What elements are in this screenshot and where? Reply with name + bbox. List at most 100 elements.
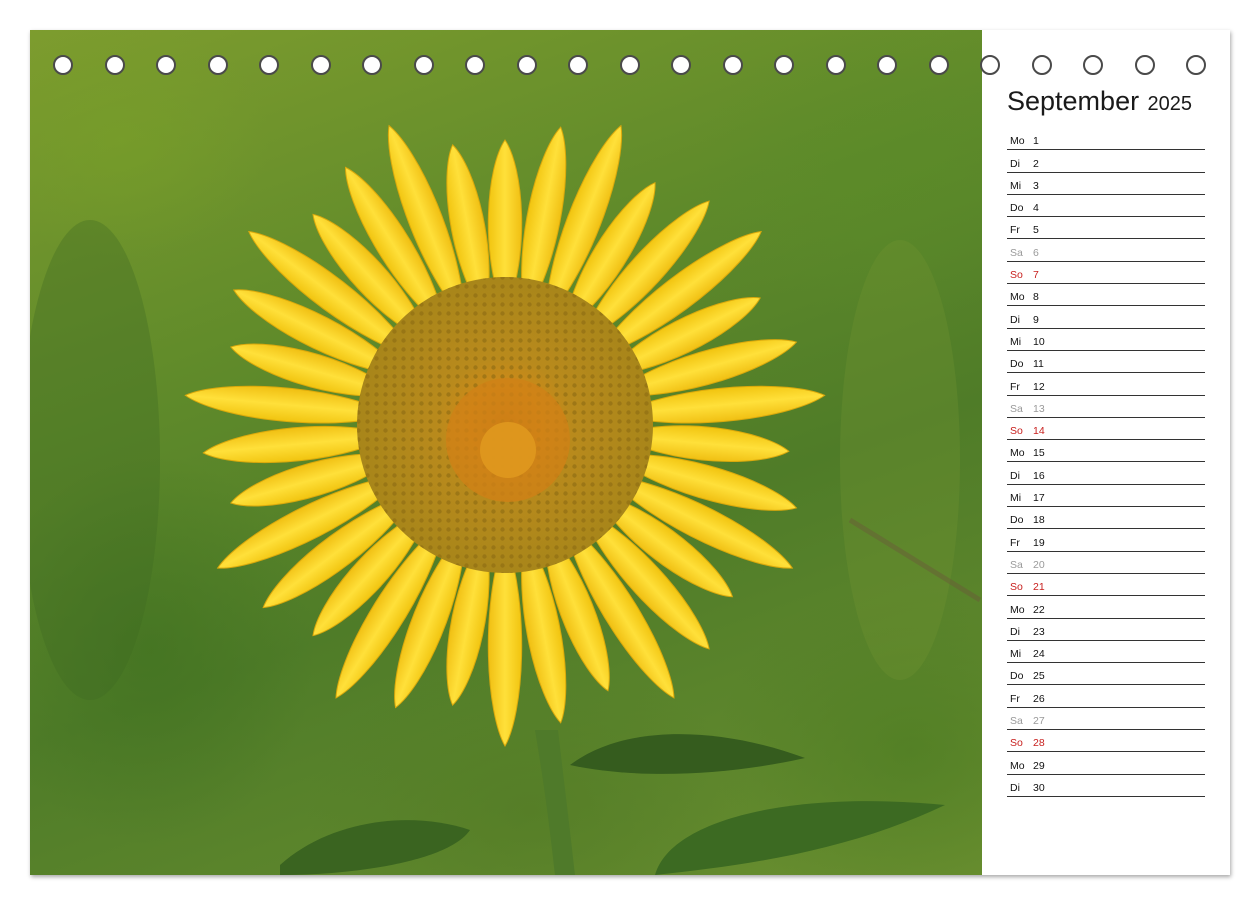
binding-hole [928, 55, 949, 75]
day-number: 2 [1033, 157, 1039, 170]
day-number: 9 [1033, 313, 1039, 326]
sunflower-icon [30, 124, 982, 875]
day-row: Di 30 [1007, 775, 1205, 797]
day-row: So 7 [1007, 262, 1205, 285]
weekday-label: Di [1010, 781, 1020, 794]
day-row: Fr 5 [1007, 217, 1205, 240]
day-row: Mo 15 [1007, 440, 1205, 463]
binding-hole [980, 55, 1000, 75]
day-number: 4 [1033, 202, 1039, 215]
day-number: 18 [1033, 514, 1045, 527]
day-number: 26 [1033, 692, 1045, 705]
day-number: 23 [1033, 625, 1045, 638]
weekday-label: So [1010, 269, 1023, 282]
day-number: 30 [1033, 781, 1045, 794]
day-number: 28 [1033, 737, 1045, 750]
weekday-label: Mo [1010, 603, 1025, 616]
day-number: 11 [1033, 358, 1044, 371]
binding-hole [722, 55, 743, 75]
day-number: 17 [1033, 492, 1045, 505]
day-row: Fr 26 [1007, 685, 1205, 708]
day-row: Fr 12 [1007, 373, 1205, 396]
binding-hole [104, 55, 125, 75]
weekday-label: Di [1010, 313, 1020, 326]
binding-hole [156, 55, 176, 75]
binding-hole [207, 55, 228, 75]
weekday-label: Do [1010, 202, 1024, 215]
weekday-label: So [1010, 737, 1023, 750]
weekday-label: Do [1010, 358, 1024, 371]
day-number: 19 [1033, 536, 1045, 549]
weekday-label: Mi [1010, 335, 1022, 348]
day-row: So 28 [1007, 730, 1205, 753]
day-number: 13 [1033, 402, 1045, 415]
weekday-label: Do [1010, 670, 1024, 683]
weekday-label: Di [1010, 625, 1020, 638]
weekday-label: Mo [1010, 135, 1025, 148]
day-row: Mo 29 [1007, 752, 1205, 775]
weekday-label: Sa [1010, 402, 1023, 415]
weekday-label: Mo [1010, 291, 1025, 304]
binding-hole [310, 55, 331, 75]
day-row: Mi 17 [1007, 485, 1205, 508]
day-number: 10 [1033, 335, 1045, 348]
day-row: Di 16 [1007, 462, 1205, 485]
weekday-label: Mo [1010, 759, 1025, 772]
day-number: 1 [1033, 135, 1039, 148]
day-row: Di 23 [1007, 619, 1205, 641]
day-row: Mo 8 [1007, 284, 1205, 307]
binding-hole [1186, 55, 1206, 75]
day-number: 7 [1033, 269, 1039, 282]
day-number: 25 [1033, 670, 1045, 683]
binding-hole [413, 55, 434, 75]
calendar-page: September 2025 Mo 1 Di 2 Mi 3 Do 4 Fr 5 Sa 6 So 7 Mo 8 D… [30, 30, 1230, 875]
weekday-label: Fr [1010, 380, 1020, 393]
day-number: 8 [1033, 291, 1039, 304]
day-row: Mi 10 [1007, 329, 1205, 351]
binding-hole [516, 55, 537, 75]
month-title: September 2025 [1007, 86, 1192, 117]
day-row: Do 25 [1007, 663, 1205, 686]
weekday-label: Di [1010, 469, 1020, 482]
day-number: 3 [1033, 179, 1039, 192]
day-row: Sa 6 [1007, 239, 1205, 262]
binding-hole [1083, 55, 1103, 75]
day-number: 15 [1033, 447, 1045, 460]
day-row: Sa 27 [1007, 708, 1205, 731]
weekday-label: Mi [1010, 648, 1022, 661]
day-row: Fr 19 [1007, 529, 1205, 552]
day-row: Di 2 [1007, 150, 1205, 173]
day-row: So 14 [1007, 418, 1205, 441]
binding-hole [825, 55, 846, 75]
weekday-label: Mo [1010, 447, 1025, 460]
binding-hole [774, 55, 794, 75]
binding-hole [1134, 55, 1155, 75]
day-row: Do 18 [1007, 507, 1205, 530]
day-row: Mi 3 [1007, 173, 1205, 195]
weekday-label: Sa [1010, 558, 1023, 571]
day-number: 5 [1033, 224, 1039, 237]
sunflower-photo [30, 30, 982, 875]
day-row: Mo 1 [1007, 128, 1205, 151]
day-number: 27 [1033, 715, 1045, 728]
weekday-label: Fr [1010, 224, 1020, 237]
weekday-label: Sa [1010, 715, 1023, 728]
weekday-label: Mi [1010, 179, 1022, 192]
day-row: Sa 13 [1007, 396, 1205, 418]
day-number: 21 [1033, 581, 1045, 594]
weekday-label: Fr [1010, 692, 1020, 705]
binding-hole [465, 55, 485, 75]
binding-hole [1031, 55, 1052, 75]
weekday-label: Di [1010, 157, 1020, 170]
binding-hole [568, 55, 588, 75]
day-row: Do 4 [1007, 195, 1205, 218]
weekday-label: Mi [1010, 492, 1022, 505]
day-list: Mo 1 Di 2 Mi 3 Do 4 Fr 5 Sa 6 So 7 Mo 8 Di 9 Mi 10 Do 11 Fr 12 S… [1007, 128, 1205, 797]
day-row: Do 11 [1007, 351, 1205, 374]
day-number: 24 [1033, 648, 1045, 661]
month-name: September [1007, 86, 1140, 116]
binding-hole [619, 55, 640, 75]
day-number: 22 [1033, 603, 1045, 616]
day-number: 14 [1033, 425, 1045, 438]
binding-hole [671, 55, 691, 75]
